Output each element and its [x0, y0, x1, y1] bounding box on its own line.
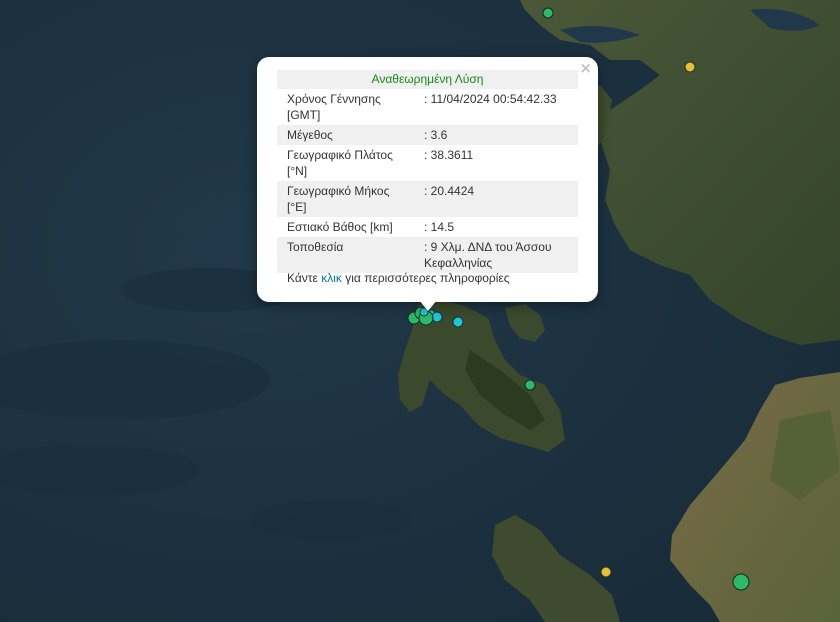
close-icon[interactable]: × — [579, 59, 592, 77]
earthquake-marker-icon[interactable] — [431, 311, 443, 323]
depth-label: Εστιακό Βάθος [km] — [287, 220, 393, 234]
table-row: Χρόνος Γέννησης [GMT] : 11/04/2024 00:54… — [277, 89, 578, 125]
longitude-label: Γεωγραφικό Μήκος [°E] — [277, 181, 420, 217]
table-row: Τοποθεσία : 9 Χλμ. ΔΝΔ του Άσσου Κεφαλλη… — [277, 237, 578, 273]
more-info-suffix: για περισσότερες πληροφορίες — [345, 271, 510, 285]
origin-time-value: : 11/04/2024 00:54:42.33 — [424, 92, 557, 106]
earthquake-marker-icon[interactable] — [524, 379, 536, 391]
earthquake-marker-icon[interactable] — [684, 61, 696, 73]
more-info-line: Κάντε κλικ για περισσότερες πληροφορίες — [287, 271, 510, 285]
longitude-value: : 20.4424 — [420, 181, 578, 217]
depth-value: : 14.5 — [424, 220, 455, 234]
earthquake-details-table: Αναθεωρημένη Λύση Χρόνος Γέννησης [GMT] … — [277, 70, 578, 273]
table-row: Γεωγραφικό Πλάτος [°N] : 38.3611 — [277, 145, 578, 181]
earthquake-marker-icon[interactable] — [600, 566, 612, 578]
table-row: Μέγεθος : 3.6 — [277, 125, 578, 145]
earthquake-marker-icon[interactable] — [732, 573, 750, 591]
popup-tip — [419, 300, 437, 311]
magnitude-value: : 3.6 — [420, 125, 578, 145]
location-value: : 9 Χλμ. ΔΝΔ του Άσσου Κεφαλληνίας — [420, 237, 578, 273]
earthquake-marker-icon[interactable] — [542, 7, 554, 19]
table-row: Γεωγραφικό Μήκος [°E] : 20.4424 — [277, 181, 578, 217]
table-row: Εστιακό Βάθος [km] : 14.5 — [277, 217, 578, 237]
more-info-prefix: Κάντε — [287, 271, 318, 285]
popup-title: Αναθεωρημένη Λύση — [277, 70, 578, 89]
latitude-label: Γεωγραφικό Πλάτος [°N] — [287, 148, 393, 178]
earthquake-info-popup: × Αναθεωρημένη Λύση Χρόνος Γέννησης [GMT… — [257, 57, 598, 302]
latitude-value: : 38.3611 — [424, 148, 474, 162]
more-info-link[interactable]: κλικ — [321, 271, 342, 285]
magnitude-label: Μέγεθος — [277, 125, 420, 145]
origin-time-label: Χρόνος Γέννησης [GMT] — [287, 92, 381, 122]
earthquake-marker-icon[interactable] — [452, 316, 464, 328]
popup-title-row: Αναθεωρημένη Λύση — [277, 70, 578, 89]
location-label: Τοποθεσία — [277, 237, 420, 273]
